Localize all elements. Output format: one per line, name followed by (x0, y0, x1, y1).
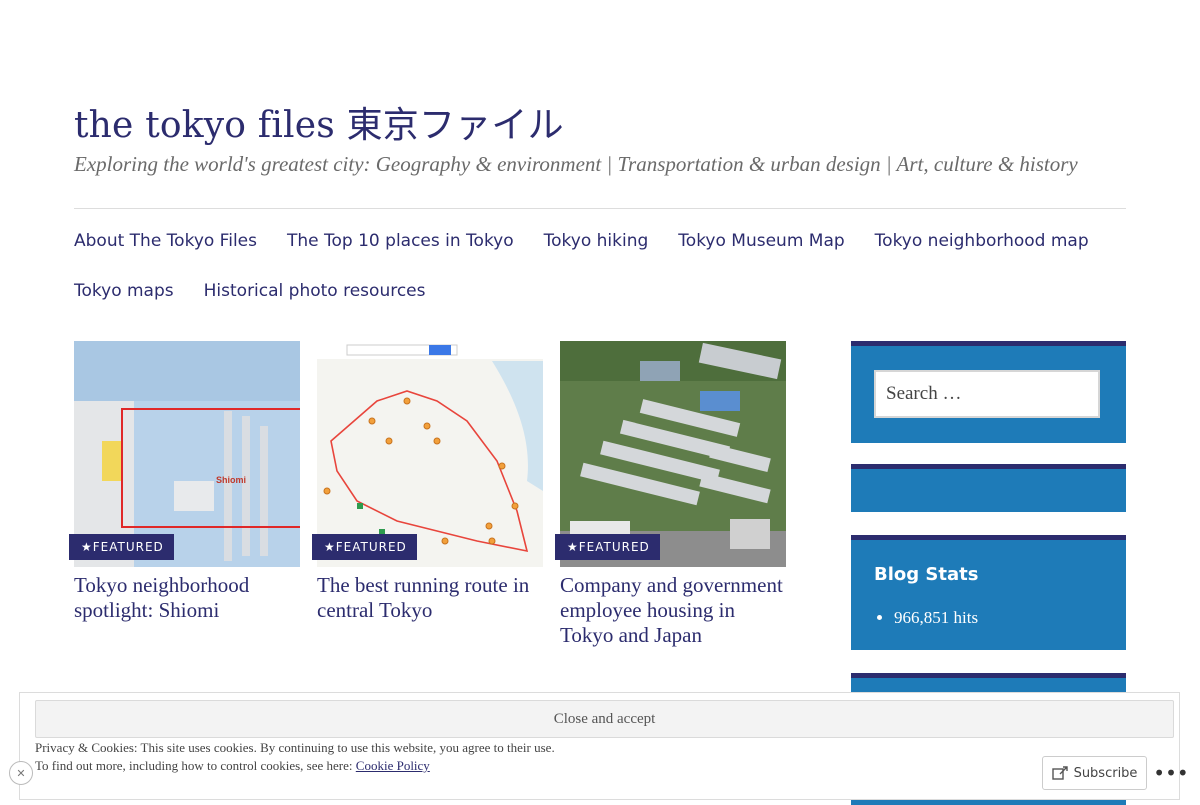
subscribe-button[interactable]: Subscribe (1042, 756, 1147, 790)
empty-widget (851, 464, 1126, 512)
blog-stats-title: Blog Stats (874, 564, 979, 585)
post-title[interactable]: Tokyo neighborhood spotlight: Shiomi (74, 573, 300, 623)
close-and-accept-button[interactable]: Close and accept (35, 700, 1174, 738)
cookie-policy-link[interactable]: Cookie Policy (356, 758, 430, 773)
main-navigation: About The Tokyo Files The Top 10 places … (74, 216, 1126, 316)
nav-row-2: Tokyo maps Historical photo resources (74, 266, 1126, 316)
nav-item-museum-map[interactable]: Tokyo Museum Map (678, 231, 844, 251)
nav-row-1: About The Tokyo Files The Top 10 places … (74, 216, 1126, 266)
nav-item-tokyo-maps[interactable]: Tokyo maps (74, 281, 174, 301)
featured-badge: ★FEATURED (555, 534, 660, 560)
header-divider (74, 208, 1126, 209)
nav-item-neighborhood-map[interactable]: Tokyo neighborhood map (875, 231, 1089, 251)
cookie-text: Privacy & Cookies: This site uses cookie… (35, 739, 555, 775)
post-title[interactable]: The best running route in central Tokyo (317, 573, 543, 623)
search-input[interactable] (874, 370, 1100, 418)
blog-stats-hits: 966,851 hits (894, 608, 978, 628)
blog-stats-list: 966,851 hits (874, 608, 978, 628)
featured-badge: ★FEATURED (312, 534, 417, 560)
map-label-shiomi: Shiomi (216, 475, 246, 485)
nav-item-photo-resources[interactable]: Historical photo resources (204, 281, 426, 301)
nav-item-about[interactable]: About The Tokyo Files (74, 231, 257, 251)
cookie-more-text: To find out more, including how to contr… (35, 758, 356, 773)
site-title[interactable]: the tokyo files 東京ファイル (74, 96, 564, 148)
post-title[interactable]: Company and government employee housing … (560, 573, 786, 648)
nav-item-hiking[interactable]: Tokyo hiking (544, 231, 649, 251)
nav-item-top-10[interactable]: The Top 10 places in Tokyo (287, 231, 514, 251)
cookie-more-line: To find out more, including how to contr… (35, 757, 555, 775)
search-widget (851, 341, 1126, 443)
follow-icon (1051, 766, 1068, 780)
more-options-icon[interactable]: ••• (1153, 758, 1189, 788)
subscribe-label: Subscribe (1073, 765, 1138, 781)
cookie-banner: Close and accept Privacy & Cookies: This… (19, 692, 1180, 800)
featured-badge: ★FEATURED (69, 534, 174, 560)
close-icon[interactable]: ✕ (9, 761, 33, 785)
blog-stats-widget: Blog Stats 966,851 hits (851, 535, 1126, 650)
site-description: Exploring the world's greatest city: Geo… (74, 152, 1078, 176)
cookie-notice-line: Privacy & Cookies: This site uses cookie… (35, 740, 555, 755)
